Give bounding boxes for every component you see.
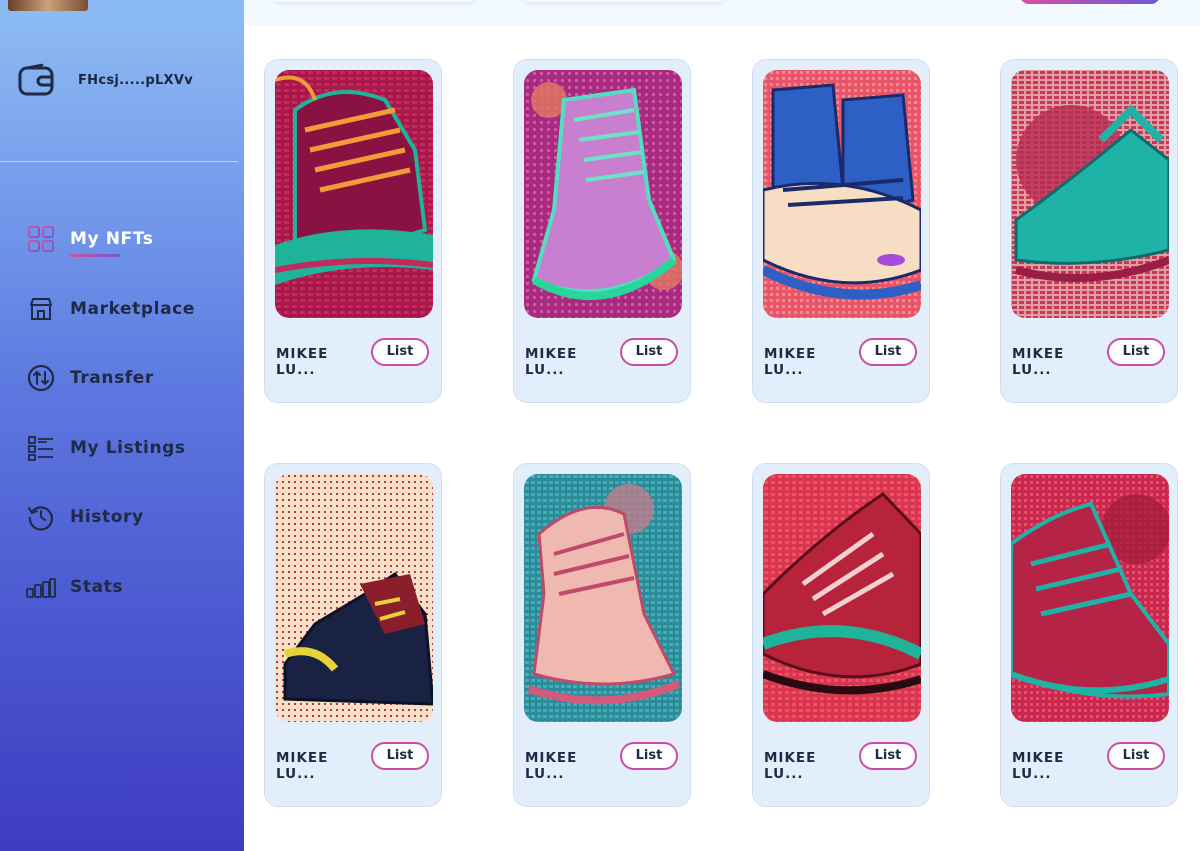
nft-image[interactable] bbox=[275, 474, 433, 722]
nft-image[interactable] bbox=[524, 474, 682, 722]
sidebar: FHcsj.....pLXVv My NFTs Marketplace Tran… bbox=[0, 0, 244, 851]
nft-image[interactable] bbox=[1011, 70, 1169, 318]
top-bar bbox=[244, 0, 1200, 25]
logo-image[interactable] bbox=[8, 0, 88, 11]
active-underline bbox=[70, 254, 120, 257]
list-button[interactable]: List bbox=[859, 338, 917, 366]
list-button[interactable]: List bbox=[371, 742, 429, 770]
history-icon bbox=[26, 502, 56, 532]
nft-image[interactable] bbox=[763, 70, 921, 318]
nft-card[interactable]: MIKEE LU... List bbox=[752, 463, 930, 807]
nft-image[interactable] bbox=[1011, 474, 1169, 722]
wallet-icon bbox=[18, 63, 54, 96]
wallet-info[interactable]: FHcsj.....pLXVv bbox=[18, 62, 193, 98]
store-icon bbox=[26, 294, 56, 324]
nft-image[interactable] bbox=[275, 70, 433, 318]
transfer-icon bbox=[26, 363, 56, 393]
stats-icon bbox=[26, 572, 56, 602]
nft-name: MIKEE LU... bbox=[525, 346, 578, 378]
list-button[interactable]: List bbox=[1107, 338, 1165, 366]
nft-card[interactable]: MIKEE LU... List bbox=[1000, 463, 1178, 807]
sidebar-item-my-nfts[interactable]: My NFTs bbox=[26, 222, 195, 257]
sidebar-item-label: Transfer bbox=[70, 368, 154, 388]
sidebar-item-label: My NFTs bbox=[70, 229, 154, 257]
nft-name: MIKEE LU... bbox=[276, 346, 329, 378]
sidebar-item-stats[interactable]: Stats bbox=[26, 570, 195, 604]
sidebar-item-label: Marketplace bbox=[70, 298, 195, 319]
list-button[interactable]: List bbox=[371, 338, 429, 366]
sidebar-nav: My NFTs Marketplace Transfer My Listings… bbox=[26, 222, 195, 639]
nft-image[interactable] bbox=[763, 474, 921, 722]
nft-card[interactable]: MIKEE LU... List bbox=[513, 463, 691, 807]
nft-card[interactable]: MIKEE LU... List bbox=[264, 59, 442, 403]
nft-card[interactable]: MIKEE LU... List bbox=[752, 59, 930, 403]
sidebar-item-label: My Listings bbox=[70, 437, 186, 458]
nft-name: MIKEE LU... bbox=[525, 750, 578, 782]
nft-card[interactable]: MIKEE LU... List bbox=[513, 59, 691, 403]
grid-icon bbox=[26, 224, 56, 254]
top-bar-tab[interactable] bbox=[274, 0, 474, 2]
list-button[interactable]: List bbox=[859, 742, 917, 770]
sidebar-item-label: Stats bbox=[70, 576, 124, 597]
wallet-address: FHcsj.....pLXVv bbox=[78, 72, 193, 88]
sidebar-divider bbox=[0, 161, 238, 162]
list-button[interactable]: List bbox=[620, 742, 678, 770]
list-button[interactable]: List bbox=[620, 338, 678, 366]
nft-name: MIKEE LU... bbox=[1012, 346, 1065, 378]
sidebar-item-label: History bbox=[70, 507, 144, 527]
nft-card[interactable]: MIKEE LU... List bbox=[264, 463, 442, 807]
list-icon bbox=[26, 433, 56, 463]
nft-name: MIKEE LU... bbox=[1012, 750, 1065, 782]
sidebar-item-my-listings[interactable]: My Listings bbox=[26, 431, 195, 465]
nft-image[interactable] bbox=[524, 70, 682, 318]
nft-name: MIKEE LU... bbox=[276, 750, 329, 782]
sidebar-item-history[interactable]: History bbox=[26, 500, 195, 534]
top-bar-tab[interactable] bbox=[524, 0, 724, 2]
sidebar-item-label-text: My NFTs bbox=[70, 229, 154, 249]
nft-name: MIKEE LU... bbox=[764, 750, 817, 782]
nft-card[interactable]: MIKEE LU... List bbox=[1000, 59, 1178, 403]
nft-name: MIKEE LU... bbox=[764, 346, 817, 378]
list-button[interactable]: List bbox=[1107, 742, 1165, 770]
sidebar-item-marketplace[interactable]: Marketplace bbox=[26, 292, 195, 326]
connect-wallet-button[interactable] bbox=[1020, 0, 1160, 4]
sidebar-item-transfer[interactable]: Transfer bbox=[26, 361, 195, 395]
